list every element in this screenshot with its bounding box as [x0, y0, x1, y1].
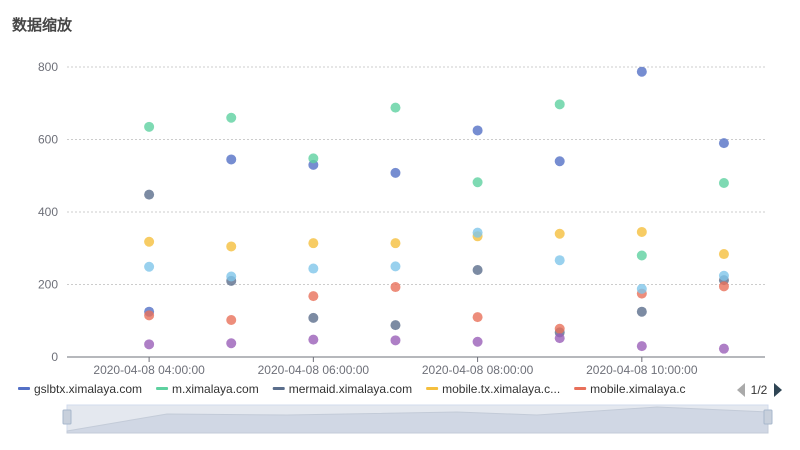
data-point[interactable] — [390, 335, 401, 346]
legend-pager-label: 1/2 — [751, 383, 768, 397]
data-point[interactable] — [472, 312, 483, 323]
legend-item-label[interactable]: m.ximalaya.com — [172, 382, 259, 396]
y-tick-label: 800 — [38, 60, 58, 74]
data-point[interactable] — [390, 282, 401, 293]
data-point[interactable] — [554, 99, 565, 110]
data-point[interactable] — [636, 283, 647, 294]
data-point[interactable] — [554, 156, 565, 167]
legend-swatch[interactable] — [272, 387, 285, 390]
data-point[interactable] — [390, 261, 401, 272]
data-point[interactable] — [144, 261, 155, 272]
datazoom-handle-right[interactable] — [763, 409, 773, 425]
data-point[interactable] — [718, 249, 729, 260]
y-tick-label: 600 — [38, 133, 58, 147]
y-tick-label: 0 — [51, 350, 58, 364]
data-point[interactable] — [554, 255, 565, 266]
data-point[interactable] — [554, 323, 565, 334]
legend-item-label[interactable]: gslbtx.ximalaya.com — [34, 382, 142, 396]
data-point[interactable] — [472, 177, 483, 188]
data-point[interactable] — [636, 341, 647, 352]
data-point[interactable] — [308, 153, 319, 164]
scatter-chart: 0 200 400 600 800 2020-04-08 04:00:00 2020-04-… — [18, 60, 800, 434]
data-point[interactable] — [308, 334, 319, 345]
x-tick-label: 2020-04-08 10:00:00 — [586, 363, 698, 377]
data-point[interactable] — [636, 306, 647, 317]
data-point[interactable] — [718, 178, 729, 188]
data-point[interactable] — [226, 271, 237, 282]
y-tick-label: 400 — [38, 205, 58, 219]
data-point[interactable] — [718, 343, 729, 354]
data-point[interactable] — [554, 228, 565, 239]
data-point[interactable] — [472, 336, 483, 347]
datazoom-handle-left[interactable] — [62, 409, 72, 425]
data-point[interactable] — [636, 66, 647, 77]
legend-swatch[interactable] — [426, 387, 439, 390]
data-point[interactable] — [308, 238, 319, 249]
data-point[interactable] — [718, 270, 729, 281]
data-point[interactable] — [226, 154, 237, 165]
data-point[interactable] — [226, 112, 237, 123]
data-point[interactable] — [390, 320, 401, 331]
chart-container: 数据缩放 0 200 400 600 800 2020-04-08 04:00:00 202… — [0, 0, 800, 450]
data-point[interactable] — [144, 310, 155, 321]
data-point[interactable] — [144, 189, 155, 200]
data-point[interactable] — [308, 263, 319, 274]
data-point[interactable] — [308, 291, 319, 302]
data-point[interactable] — [144, 339, 155, 350]
data-point[interactable] — [308, 312, 319, 323]
data-point[interactable] — [636, 226, 647, 237]
legend-item-label[interactable]: mobile.tx.ximalaya.c... — [442, 382, 560, 396]
data-point[interactable] — [636, 250, 647, 261]
data-point[interactable] — [472, 265, 483, 275]
x-tick-label: 2020-04-08 04:00:00 — [93, 363, 205, 377]
legend-item-label[interactable]: mobile.ximalaya.c — [590, 382, 685, 396]
y-tick-label: 200 — [38, 278, 58, 292]
data-point[interactable] — [718, 138, 729, 149]
legend-item-label[interactable]: mermaid.ximalaya.com — [289, 382, 412, 396]
legend-swatch[interactable] — [156, 387, 169, 390]
data-point[interactable] — [226, 338, 237, 349]
x-tick-label: 2020-04-08 06:00:00 — [258, 363, 370, 377]
x-tick-label: 2020-04-08 08:00:00 — [422, 363, 534, 377]
legend-swatch[interactable] — [574, 387, 587, 390]
data-point[interactable] — [472, 227, 483, 238]
legend-swatch[interactable] — [18, 387, 30, 390]
data-point[interactable] — [472, 125, 483, 136]
data-point[interactable] — [144, 236, 155, 247]
data-point[interactable] — [554, 333, 565, 344]
data-point[interactable] — [226, 241, 237, 252]
data-point[interactable] — [390, 167, 401, 178]
data-point[interactable] — [226, 315, 237, 326]
data-point[interactable] — [390, 238, 401, 249]
data-point[interactable] — [718, 281, 729, 292]
data-point[interactable] — [390, 102, 401, 113]
data-point[interactable] — [144, 121, 155, 132]
